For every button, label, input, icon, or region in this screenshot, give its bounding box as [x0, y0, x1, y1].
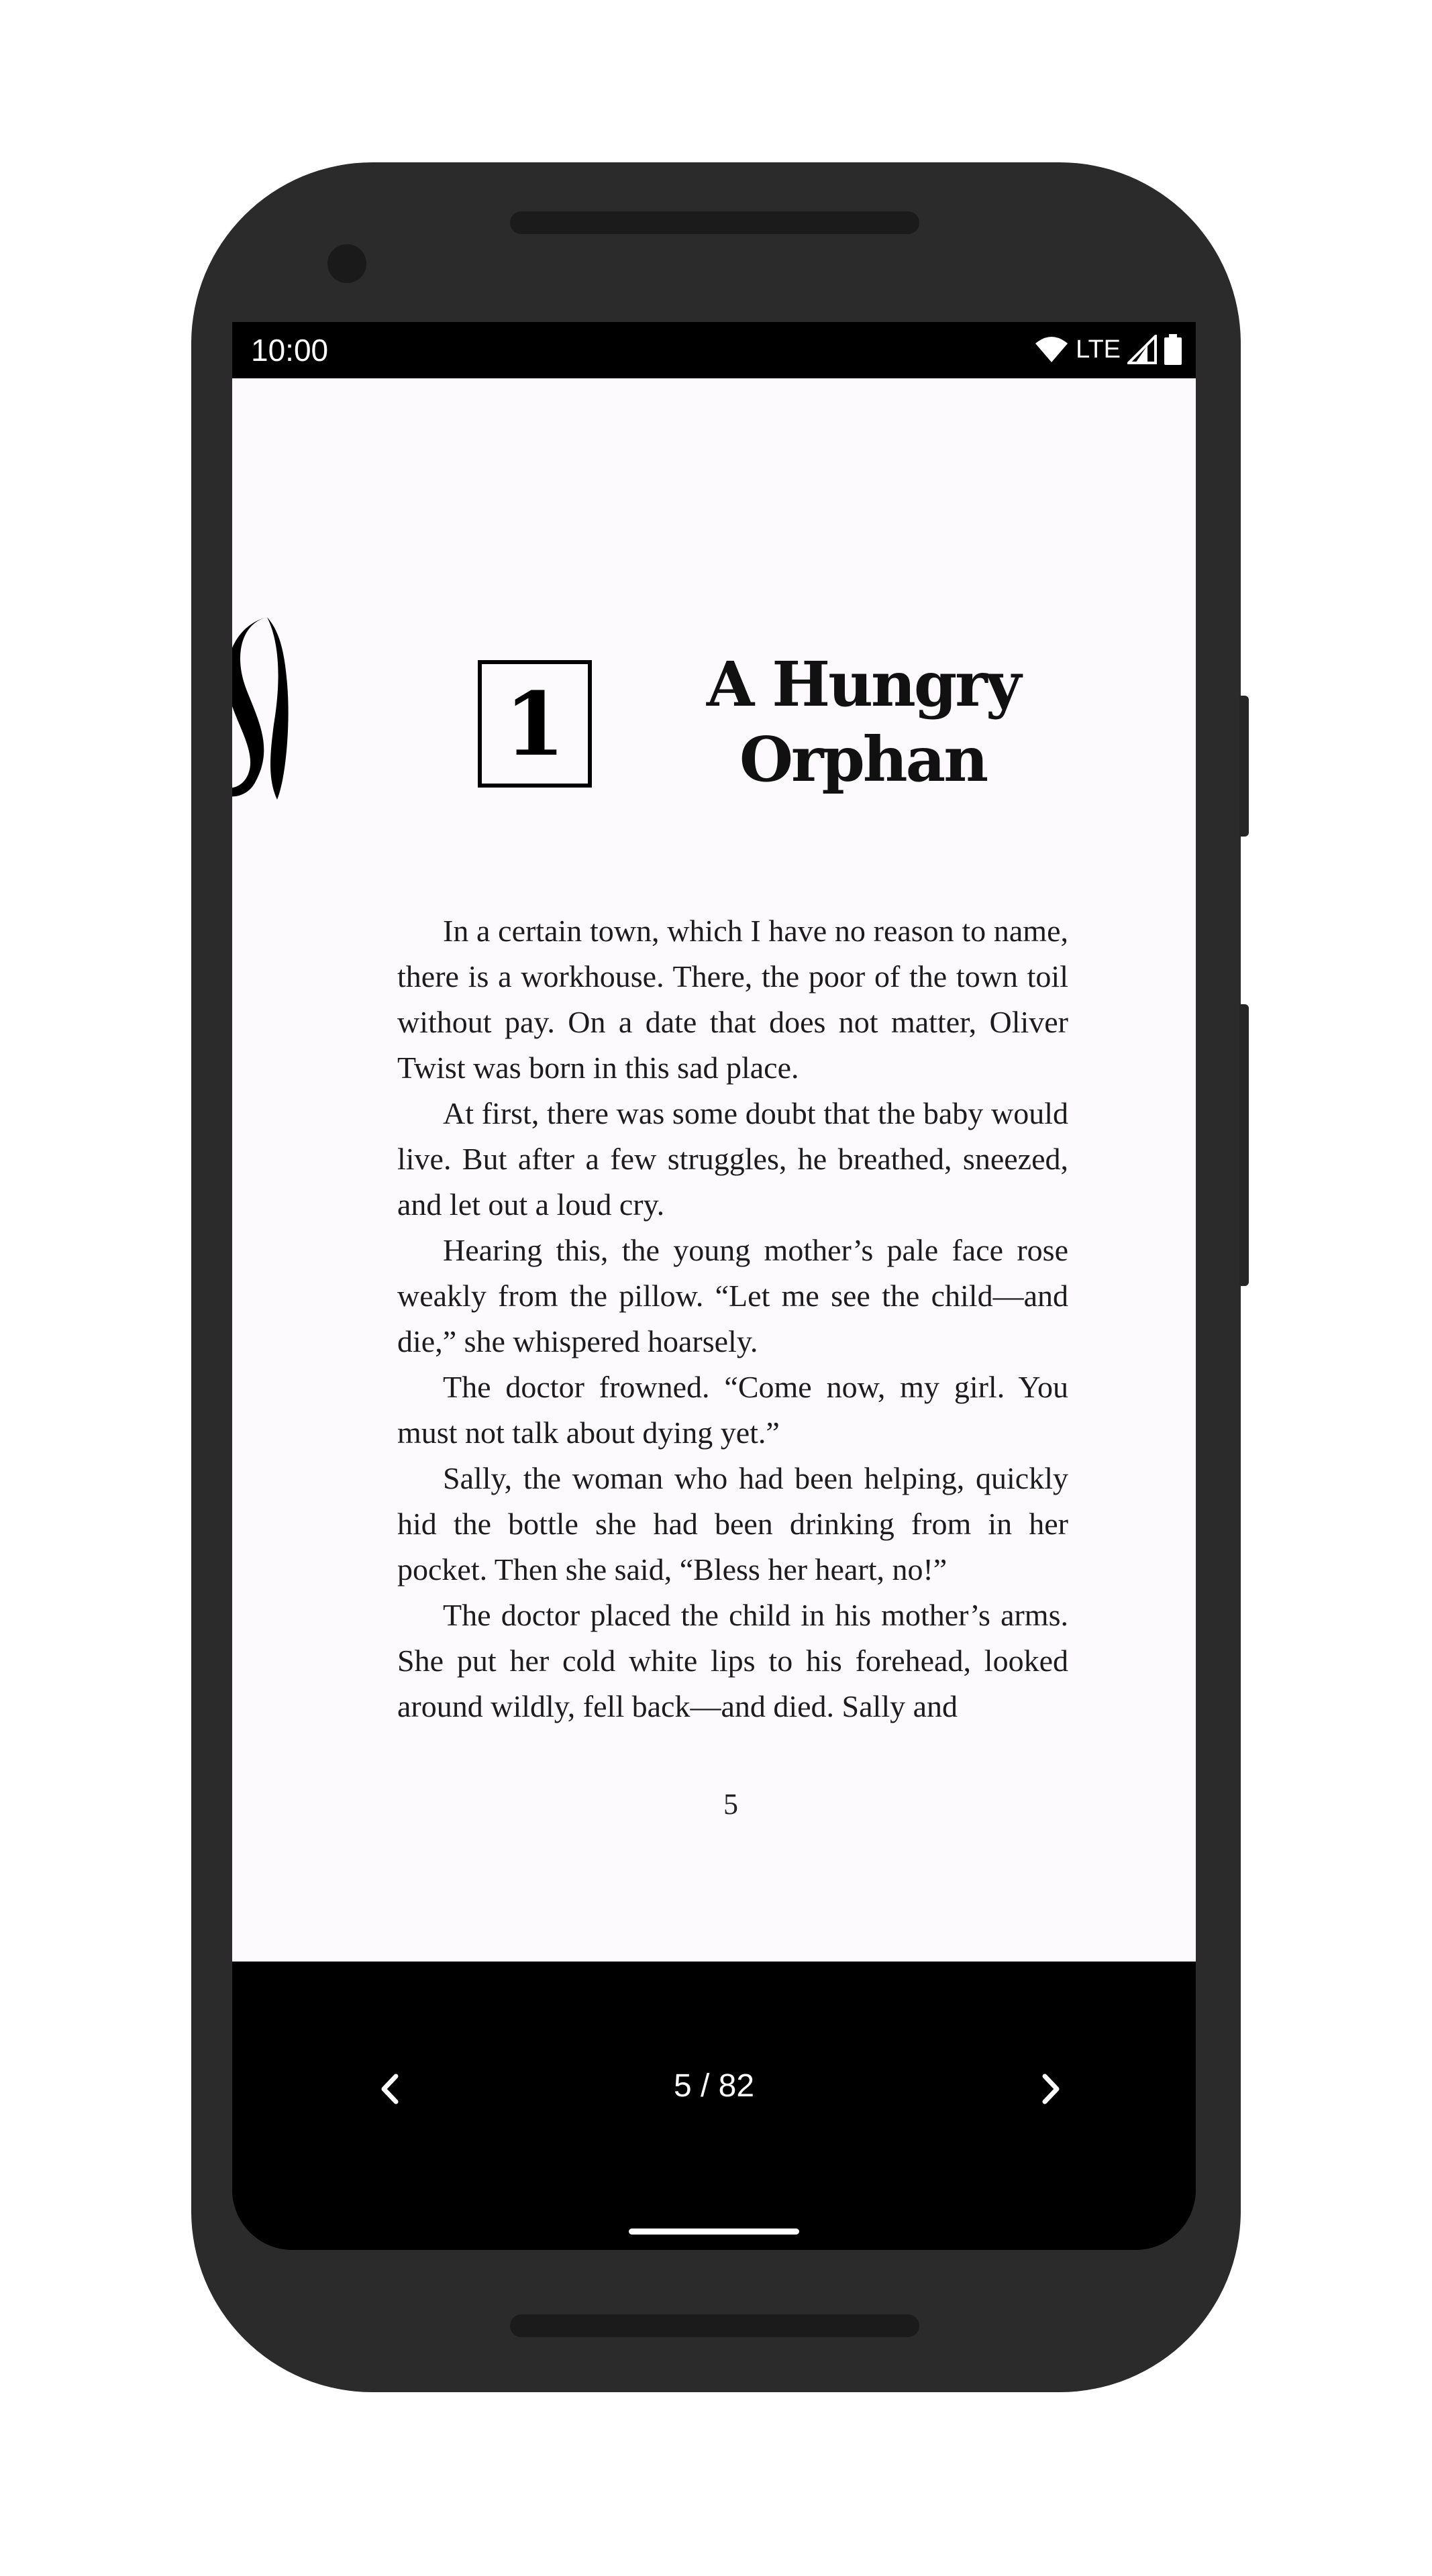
status-bar: 10:00 LTE [232, 322, 1196, 378]
network-type: LTE [1076, 335, 1121, 364]
volume-button [1239, 1004, 1249, 1286]
home-indicator[interactable] [629, 2229, 799, 2235]
chevron-right-icon [1042, 2074, 1060, 2104]
paragraph: Hearing this, the young mother’s pale fa… [397, 1233, 1068, 1358]
front-camera [327, 244, 366, 283]
chapter-title-line2: Orphan [739, 723, 988, 796]
battery-icon [1164, 334, 1182, 365]
bottom-speaker [510, 2314, 919, 2337]
chapter-title: A Hungry Orphan [662, 647, 1064, 797]
paragraph: The doctor frowned. “Come now, my girl. … [397, 1370, 1068, 1450]
chapter-number: 1 [478, 660, 592, 788]
power-button [1239, 696, 1249, 837]
book-page: 1 A Hungry Orphan In a certain town, whi… [232, 378, 1196, 1962]
chapter-body-text: In a certain town, which I have no reaso… [397, 908, 1068, 1729]
chapter-title-line1: A Hungry [706, 648, 1021, 720]
paragraph: The doctor placed the child in his mothe… [397, 1598, 1068, 1723]
paragraph: At first, there was some doubt that the … [397, 1096, 1068, 1222]
page-number: 5 [723, 1788, 738, 1821]
paragraph: In a certain town, which I have no reaso… [397, 914, 1068, 1085]
cell-signal-icon [1127, 335, 1157, 364]
next-page-button[interactable] [1027, 2065, 1074, 2112]
paragraph: Sally, the woman who had been helping, q… [397, 1461, 1068, 1587]
reader-navigation-bar: 5 / 82 [232, 1962, 1196, 2250]
wifi-icon [1035, 337, 1068, 362]
earpiece-speaker [510, 211, 919, 234]
status-time: 10:00 [251, 333, 329, 368]
chapter-ornament-icon [232, 617, 289, 800]
screen: 10:00 LTE 1 A Hungry Orphan In a certain… [232, 322, 1196, 2250]
